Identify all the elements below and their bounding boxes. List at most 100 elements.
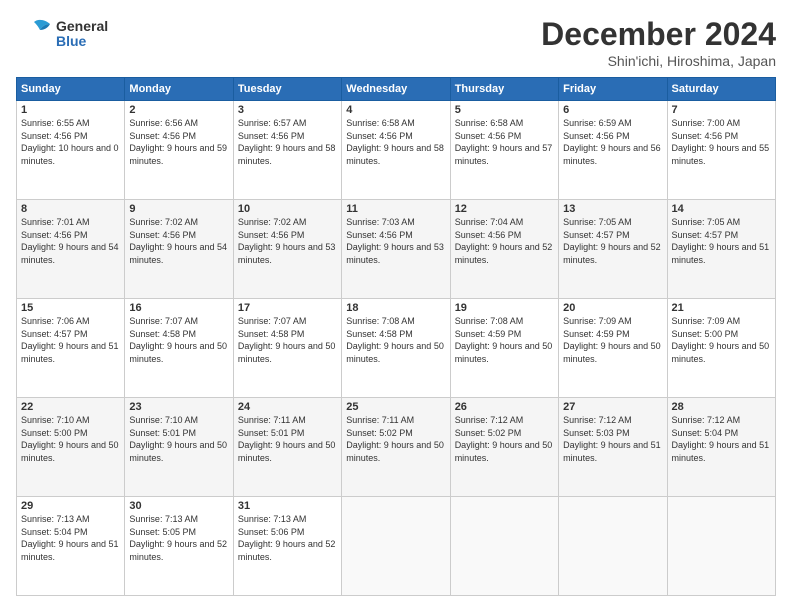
table-row: 13Sunrise: 7:05 AMSunset: 4:57 PMDayligh… [559,200,667,299]
day-number: 30 [129,500,228,512]
table-row: 1Sunrise: 6:55 AMSunset: 4:56 PMDaylight… [17,101,125,200]
day-number: 28 [672,401,771,413]
table-row: 29Sunrise: 7:13 AMSunset: 5:04 PMDayligh… [17,497,125,596]
title-block: December 2024 Shin'ichi, Hiroshima, Japa… [541,16,776,69]
day-number: 14 [672,203,771,215]
day-number: 6 [563,104,662,116]
day-number: 31 [238,500,337,512]
col-tuesday: Tuesday [233,78,341,101]
day-info: Sunrise: 7:09 AMSunset: 5:00 PMDaylight:… [672,315,771,365]
table-row: 23Sunrise: 7:10 AMSunset: 5:01 PMDayligh… [125,398,233,497]
table-row: 7Sunrise: 7:00 AMSunset: 4:56 PMDaylight… [667,101,775,200]
table-row: 25Sunrise: 7:11 AMSunset: 5:02 PMDayligh… [342,398,450,497]
table-row: 5Sunrise: 6:58 AMSunset: 4:56 PMDaylight… [450,101,558,200]
day-info: Sunrise: 7:13 AMSunset: 5:04 PMDaylight:… [21,513,120,563]
table-row: 2Sunrise: 6:56 AMSunset: 4:56 PMDaylight… [125,101,233,200]
day-info: Sunrise: 7:11 AMSunset: 5:02 PMDaylight:… [346,414,445,464]
table-row [342,497,450,596]
day-info: Sunrise: 7:13 AMSunset: 5:05 PMDaylight:… [129,513,228,563]
day-info: Sunrise: 6:59 AMSunset: 4:56 PMDaylight:… [563,117,662,167]
header: General Blue December 2024 Shin'ichi, Hi… [16,16,776,69]
table-row: 18Sunrise: 7:08 AMSunset: 4:58 PMDayligh… [342,299,450,398]
col-monday: Monday [125,78,233,101]
table-row: 30Sunrise: 7:13 AMSunset: 5:05 PMDayligh… [125,497,233,596]
day-info: Sunrise: 7:12 AMSunset: 5:02 PMDaylight:… [455,414,554,464]
day-number: 24 [238,401,337,413]
day-info: Sunrise: 7:08 AMSunset: 4:58 PMDaylight:… [346,315,445,365]
table-row: 19Sunrise: 7:08 AMSunset: 4:59 PMDayligh… [450,299,558,398]
col-sunday: Sunday [17,78,125,101]
table-row: 26Sunrise: 7:12 AMSunset: 5:02 PMDayligh… [450,398,558,497]
day-info: Sunrise: 7:05 AMSunset: 4:57 PMDaylight:… [563,216,662,266]
day-info: Sunrise: 7:07 AMSunset: 4:58 PMDaylight:… [238,315,337,365]
page: General Blue December 2024 Shin'ichi, Hi… [0,0,792,612]
calendar-week-row: 15Sunrise: 7:06 AMSunset: 4:57 PMDayligh… [17,299,776,398]
calendar-week-row: 22Sunrise: 7:10 AMSunset: 5:00 PMDayligh… [17,398,776,497]
table-row: 28Sunrise: 7:12 AMSunset: 5:04 PMDayligh… [667,398,775,497]
day-info: Sunrise: 6:56 AMSunset: 4:56 PMDaylight:… [129,117,228,167]
table-row: 22Sunrise: 7:10 AMSunset: 5:00 PMDayligh… [17,398,125,497]
day-info: Sunrise: 7:06 AMSunset: 4:57 PMDaylight:… [21,315,120,365]
table-row: 31Sunrise: 7:13 AMSunset: 5:06 PMDayligh… [233,497,341,596]
table-row [559,497,667,596]
day-number: 2 [129,104,228,116]
logo-general: General [56,19,108,34]
table-row: 27Sunrise: 7:12 AMSunset: 5:03 PMDayligh… [559,398,667,497]
logo: General Blue [16,16,108,52]
col-saturday: Saturday [667,78,775,101]
day-number: 13 [563,203,662,215]
day-info: Sunrise: 7:11 AMSunset: 5:01 PMDaylight:… [238,414,337,464]
table-row: 16Sunrise: 7:07 AMSunset: 4:58 PMDayligh… [125,299,233,398]
day-info: Sunrise: 7:12 AMSunset: 5:03 PMDaylight:… [563,414,662,464]
day-number: 25 [346,401,445,413]
day-number: 19 [455,302,554,314]
day-info: Sunrise: 7:10 AMSunset: 5:00 PMDaylight:… [21,414,120,464]
day-info: Sunrise: 7:05 AMSunset: 4:57 PMDaylight:… [672,216,771,266]
table-row [667,497,775,596]
table-row: 21Sunrise: 7:09 AMSunset: 5:00 PMDayligh… [667,299,775,398]
day-info: Sunrise: 6:58 AMSunset: 4:56 PMDaylight:… [455,117,554,167]
day-number: 29 [21,500,120,512]
table-row: 14Sunrise: 7:05 AMSunset: 4:57 PMDayligh… [667,200,775,299]
day-number: 10 [238,203,337,215]
day-number: 8 [21,203,120,215]
day-info: Sunrise: 7:10 AMSunset: 5:01 PMDaylight:… [129,414,228,464]
table-row: 4Sunrise: 6:58 AMSunset: 4:56 PMDaylight… [342,101,450,200]
location-title: Shin'ichi, Hiroshima, Japan [541,53,776,69]
day-number: 12 [455,203,554,215]
calendar-header-row: Sunday Monday Tuesday Wednesday Thursday… [17,78,776,101]
day-number: 22 [21,401,120,413]
day-number: 7 [672,104,771,116]
day-info: Sunrise: 7:12 AMSunset: 5:04 PMDaylight:… [672,414,771,464]
day-number: 15 [21,302,120,314]
col-friday: Friday [559,78,667,101]
day-number: 3 [238,104,337,116]
day-number: 27 [563,401,662,413]
day-info: Sunrise: 7:04 AMSunset: 4:56 PMDaylight:… [455,216,554,266]
day-number: 1 [21,104,120,116]
day-info: Sunrise: 6:57 AMSunset: 4:56 PMDaylight:… [238,117,337,167]
calendar-week-row: 29Sunrise: 7:13 AMSunset: 5:04 PMDayligh… [17,497,776,596]
table-row: 17Sunrise: 7:07 AMSunset: 4:58 PMDayligh… [233,299,341,398]
day-number: 26 [455,401,554,413]
table-row: 6Sunrise: 6:59 AMSunset: 4:56 PMDaylight… [559,101,667,200]
day-number: 23 [129,401,228,413]
day-info: Sunrise: 6:58 AMSunset: 4:56 PMDaylight:… [346,117,445,167]
day-number: 4 [346,104,445,116]
table-row: 20Sunrise: 7:09 AMSunset: 4:59 PMDayligh… [559,299,667,398]
logo-blue: Blue [56,34,108,49]
day-info: Sunrise: 7:00 AMSunset: 4:56 PMDaylight:… [672,117,771,167]
day-number: 17 [238,302,337,314]
col-thursday: Thursday [450,78,558,101]
table-row: 15Sunrise: 7:06 AMSunset: 4:57 PMDayligh… [17,299,125,398]
day-number: 21 [672,302,771,314]
day-number: 9 [129,203,228,215]
day-number: 18 [346,302,445,314]
table-row: 10Sunrise: 7:02 AMSunset: 4:56 PMDayligh… [233,200,341,299]
day-info: Sunrise: 7:08 AMSunset: 4:59 PMDaylight:… [455,315,554,365]
calendar-table: Sunday Monday Tuesday Wednesday Thursday… [16,77,776,596]
calendar-week-row: 8Sunrise: 7:01 AMSunset: 4:56 PMDaylight… [17,200,776,299]
logo-bird-icon [16,16,52,52]
table-row: 3Sunrise: 6:57 AMSunset: 4:56 PMDaylight… [233,101,341,200]
table-row: 11Sunrise: 7:03 AMSunset: 4:56 PMDayligh… [342,200,450,299]
